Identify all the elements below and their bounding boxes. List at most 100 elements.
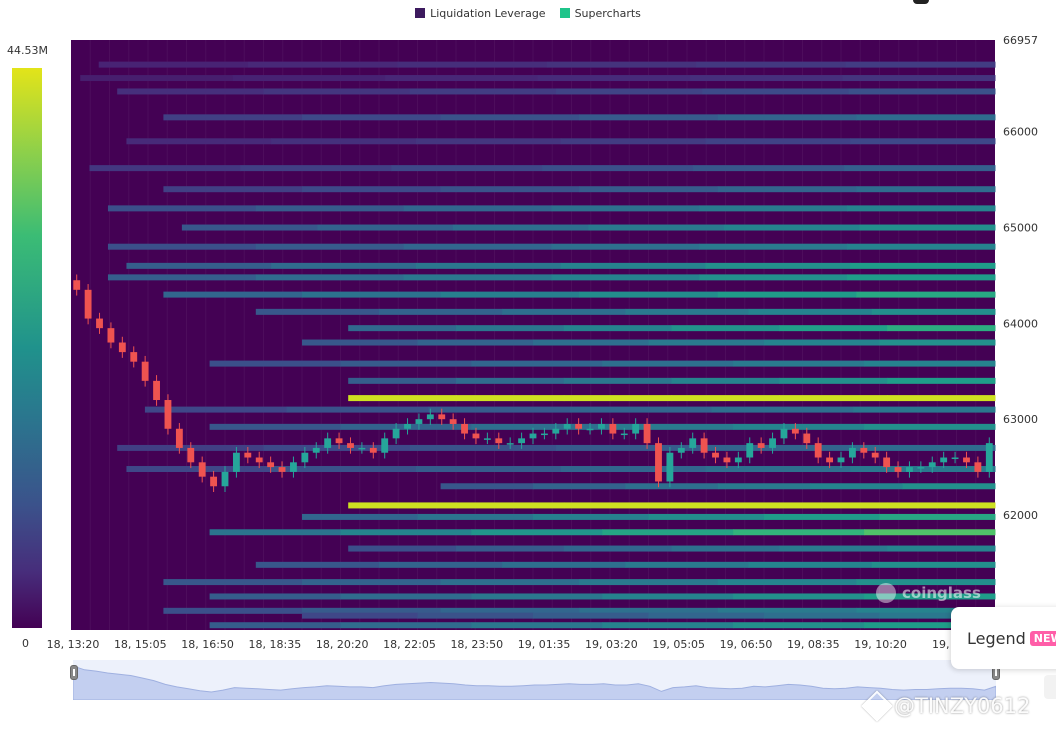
- candle-body: [666, 452, 674, 482]
- liquidation-level-band: [560, 466, 706, 473]
- liquidation-level-band: [764, 513, 880, 520]
- candle-body: [563, 423, 571, 429]
- candle-body: [347, 443, 354, 448]
- navigator-price-area: [72, 665, 997, 701]
- x-axis-tick-label: 18, 13:20: [47, 638, 100, 651]
- navigator-left-handle[interactable]: [70, 665, 78, 680]
- candle-body: [324, 438, 332, 448]
- y-axis-tick-label: 64000: [1003, 317, 1038, 330]
- liquidation-level-band: [579, 579, 719, 586]
- liquidation-level-band: [542, 165, 694, 172]
- candle-body: [883, 457, 891, 468]
- liquidation-heatmap-chart[interactable]: 6695766000650006400063000620006100018, 1…: [0, 0, 1056, 660]
- liquidation-level-band: [533, 612, 649, 619]
- liquidation-level-band: [440, 291, 580, 298]
- liquidation-level-band: [240, 165, 392, 172]
- liquidation-level-band: [117, 88, 264, 95]
- candle-body: [461, 423, 468, 434]
- liquidation-level-band: [232, 75, 386, 82]
- x-axis-tick-label: 19, 10:20: [854, 638, 907, 651]
- liquidation-level-band: [588, 224, 725, 231]
- y-axis-tick-label: 66957: [1003, 34, 1038, 47]
- candle-body: [449, 419, 457, 424]
- liquidation-level-band: [428, 406, 571, 413]
- candle-body: [712, 452, 719, 458]
- liquidation-level-band: [748, 308, 873, 315]
- liquidation-level-band: [302, 612, 418, 619]
- liquidation-level-band: [717, 579, 857, 586]
- candle-body: [506, 443, 514, 445]
- liquidation-level-band: [417, 339, 534, 346]
- y-axis-tick-label: 65000: [1003, 222, 1038, 235]
- liquidation-level-band: [271, 138, 417, 145]
- time-range-navigator[interactable]: [72, 660, 997, 701]
- liquidation-level-band: [602, 529, 734, 536]
- x-axis-tick-label: 19, 05:05: [652, 638, 705, 651]
- candle-body: [609, 423, 617, 434]
- liquidation-level-band: [850, 466, 996, 473]
- liquidation-level-band: [263, 88, 411, 95]
- liquidation-level-band: [415, 138, 562, 145]
- candle-body: [620, 433, 628, 436]
- liquidation-level-band: [856, 114, 996, 121]
- panel-edge-button[interactable]: [1044, 675, 1056, 699]
- candle-body: [951, 457, 959, 460]
- candle-body: [575, 423, 583, 429]
- liquidation-level-band: [340, 593, 472, 600]
- coinglass-logo-icon: [876, 583, 896, 603]
- candle-body: [483, 438, 491, 440]
- liquidation-level-band: [546, 61, 697, 68]
- liquidation-level-band: [779, 325, 888, 332]
- liquidation-level-band: [471, 423, 603, 430]
- liquidation-level-band: [98, 61, 249, 68]
- liquidation-level-band: [850, 138, 996, 145]
- legend-button[interactable]: Legend NEW: [951, 607, 1056, 669]
- candle-body: [369, 447, 377, 453]
- liquidation-level-band: [671, 325, 780, 332]
- x-axis-tick-label: 18, 20:20: [316, 638, 369, 651]
- candle-body: [791, 428, 799, 434]
- liquidation-level-band: [648, 612, 765, 619]
- binance-logo-icon: [861, 690, 893, 722]
- liquidation-level-band: [397, 61, 548, 68]
- liquidation-level-band: [471, 622, 603, 629]
- liquidation-level-band: [602, 593, 734, 600]
- liquidation-level-band: [415, 262, 562, 269]
- candle-body: [518, 438, 526, 444]
- candle-body: [392, 428, 400, 439]
- liquidation-level-band: [417, 513, 534, 520]
- candle-body: [906, 467, 913, 472]
- liquidation-level-band: [551, 243, 700, 250]
- liquidation-level-band: [560, 262, 706, 269]
- liquidation-level-band: [302, 513, 418, 520]
- liquidation-level-band: [209, 622, 341, 629]
- liquidation-level-band: [348, 395, 457, 402]
- liquidation-level-band: [699, 274, 848, 281]
- coinglass-watermark: coinglass: [876, 583, 981, 603]
- liquidation-level-band: [126, 138, 272, 145]
- liquidation-level-band: [163, 186, 303, 193]
- candle-body: [643, 423, 651, 444]
- liquidation-level-band: [871, 561, 996, 568]
- liquidation-level-band: [764, 339, 880, 346]
- x-axis-tick-label: 19, 08:35: [787, 638, 840, 651]
- liquidation-level-band: [625, 308, 750, 315]
- liquidation-level-band: [842, 75, 996, 82]
- liquidation-level-band: [417, 612, 534, 619]
- x-axis-tick-label: 18, 18:35: [249, 638, 302, 651]
- liquidation-level-band: [302, 291, 442, 298]
- liquidation-level-band: [887, 377, 996, 384]
- liquidation-level-band: [181, 224, 318, 231]
- liquidation-level-band: [409, 88, 557, 95]
- liquidation-level-band: [456, 325, 565, 332]
- liquidation-level-band: [887, 545, 996, 552]
- candle-body: [221, 471, 229, 487]
- liquidation-level-band: [563, 545, 673, 552]
- candle-body: [210, 476, 218, 487]
- liquidation-level-band: [471, 360, 603, 367]
- liquidation-level-band: [302, 114, 442, 121]
- liquidation-level-band: [847, 243, 996, 250]
- candle-body: [153, 380, 160, 401]
- candle-body: [84, 289, 92, 319]
- candle-body: [290, 462, 297, 472]
